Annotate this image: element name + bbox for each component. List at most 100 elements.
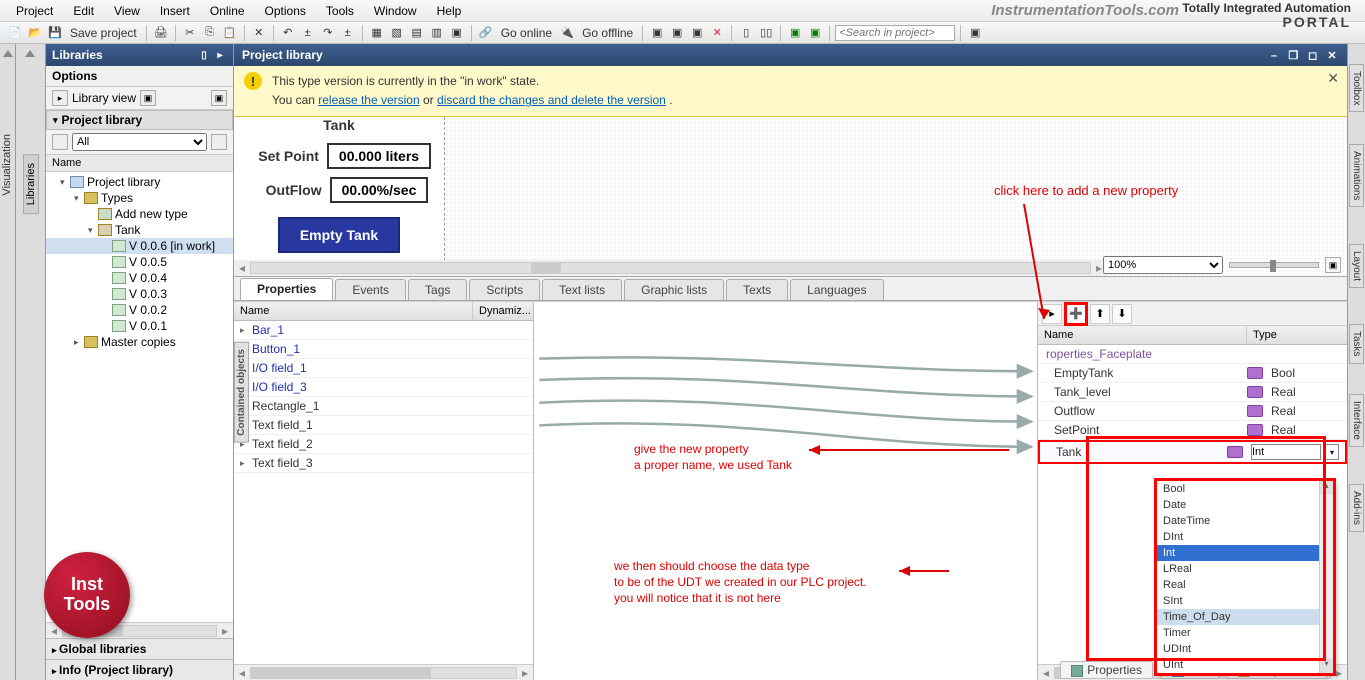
global-libraries-header[interactable]: Global libraries <box>46 638 233 659</box>
tab-texts[interactable]: Texts <box>726 279 788 300</box>
menu-help[interactable]: Help <box>427 2 472 20</box>
open-project-icon[interactable]: 📂 <box>26 24 44 42</box>
panel-btn-1[interactable]: ▯ <box>197 48 211 62</box>
tree-types[interactable]: ▾Types <box>46 190 233 206</box>
tb-icon-5[interactable]: ▣ <box>448 24 466 42</box>
window-close-icon[interactable]: ✕ <box>1325 49 1339 62</box>
tab-text-lists[interactable]: Text lists <box>542 279 622 300</box>
tree-project-library[interactable]: ▾Project library <box>46 174 233 190</box>
col-name[interactable]: Name <box>234 302 473 320</box>
window-min-icon[interactable]: – <box>1267 50 1281 62</box>
type-select-field[interactable] <box>1251 444 1321 460</box>
empty-tank-button[interactable]: Empty Tank <box>278 217 400 253</box>
tb-icon-9[interactable]: ✕ <box>708 24 726 42</box>
scroll-left-icon[interactable]: ◂ <box>234 666 250 680</box>
type-option[interactable]: SInt <box>1157 593 1333 609</box>
if-btn-1[interactable]: ▸ <box>1042 304 1062 324</box>
canvas-grid[interactable] <box>444 117 1347 276</box>
type-option[interactable]: Real <box>1157 577 1333 593</box>
interface-root[interactable]: roperties_Faceplate <box>1038 345 1347 364</box>
undo-icon[interactable]: ↶ <box>279 24 297 42</box>
filter-icon-1[interactable] <box>52 134 68 150</box>
tab-properties[interactable]: Properties <box>240 278 333 300</box>
vtab-libraries[interactable]: Libraries <box>23 154 39 214</box>
tree-version-3[interactable]: V 0.0.3 <box>46 286 233 302</box>
paste-icon[interactable]: 📋 <box>221 24 239 42</box>
save-project-label[interactable]: Save project <box>66 26 141 40</box>
tree-version-2[interactable]: V 0.0.4 <box>46 270 233 286</box>
go-online-icon[interactable]: 🔗 <box>477 24 495 42</box>
new-project-icon[interactable]: 📄 <box>6 24 24 42</box>
expand-icon[interactable] <box>25 50 35 57</box>
expand-icon[interactable] <box>3 50 13 57</box>
save-project-icon[interactable]: 💾 <box>46 24 64 42</box>
go-offline-icon[interactable]: 🔌 <box>558 24 576 42</box>
menu-online[interactable]: Online <box>200 2 255 20</box>
undo-dd-icon[interactable]: ± <box>299 24 317 42</box>
interface-row-tank[interactable]: Tank▾ <box>1038 440 1347 464</box>
menu-edit[interactable]: Edit <box>63 2 104 20</box>
tab-languages[interactable]: Languages <box>790 279 883 300</box>
menu-project[interactable]: Project <box>6 2 63 20</box>
type-dropdown-icon[interactable]: ▾ <box>1325 444 1339 460</box>
tree-add-new-type[interactable]: Add new type <box>46 206 233 222</box>
type-option[interactable]: UDInt <box>1157 641 1333 657</box>
outflow-value[interactable]: 00.00%/sec <box>330 177 429 203</box>
window-restore-icon[interactable]: ❐ <box>1286 49 1300 62</box>
tb-icon-11[interactable]: ▯▯ <box>757 24 775 42</box>
delete-icon[interactable]: ✕ <box>250 24 268 42</box>
type-option[interactable]: Timer <box>1157 625 1333 641</box>
col-if-type[interactable]: Type <box>1247 326 1347 344</box>
tb-icon-12[interactable]: ▣ <box>786 24 804 42</box>
tb-icon-8[interactable]: ▣ <box>688 24 706 42</box>
vtab-animations[interactable]: Animations <box>1349 144 1364 207</box>
tb-icon-13[interactable]: ▣ <box>806 24 824 42</box>
library-view-icon[interactable]: ▸ <box>52 90 68 106</box>
print-icon[interactable]: 🖨 <box>152 24 170 42</box>
type-option[interactable]: Date <box>1157 497 1333 513</box>
dropdown-scrollbar[interactable]: ▴ ▾ <box>1319 481 1333 673</box>
tab-graphic-lists[interactable]: Graphic lists <box>624 279 724 300</box>
vtab-visualization[interactable]: Visualization <box>1 134 13 196</box>
vtab-layout[interactable]: Layout <box>1349 244 1364 288</box>
tree-tank[interactable]: ▾Tank <box>46 222 233 238</box>
window-max-icon[interactable]: ◻ <box>1306 49 1320 62</box>
vtab-tasks[interactable]: Tasks <box>1349 324 1364 364</box>
zoom-select[interactable]: 100% <box>1103 256 1223 274</box>
zoom-slider[interactable] <box>1229 262 1319 268</box>
copy-icon[interactable]: ⎘ <box>201 24 219 42</box>
tb-icon-14[interactable]: ▣ <box>966 24 984 42</box>
hscroll-thumb[interactable] <box>531 263 561 273</box>
panel-btn-2[interactable]: ▸ <box>213 48 227 62</box>
menu-window[interactable]: Window <box>364 2 427 20</box>
vtab-toolbox[interactable]: Toolbox <box>1349 64 1364 112</box>
info-project-library-header[interactable]: Info (Project library) <box>46 659 233 680</box>
type-option[interactable]: UInt <box>1157 657 1333 673</box>
tree-version-4[interactable]: V 0.0.2 <box>46 302 233 318</box>
go-online-label[interactable]: Go online <box>497 26 556 40</box>
redo-dd-icon[interactable]: ± <box>339 24 357 42</box>
tab-scripts[interactable]: Scripts <box>469 279 540 300</box>
tree-version-0[interactable]: V 0.0.6 [in work] <box>46 238 233 254</box>
menu-tools[interactable]: Tools <box>316 2 364 20</box>
tb-icon-6[interactable]: ▣ <box>648 24 666 42</box>
release-version-link[interactable]: release the version <box>318 93 419 107</box>
scroll-left-icon[interactable]: ◂ <box>1038 666 1054 680</box>
type-dropdown[interactable]: Bool Date DateTime DInt Int LReal Real S… <box>1156 480 1334 674</box>
go-offline-label[interactable]: Go offline <box>578 26 637 40</box>
tree-version-5[interactable]: V 0.0.1 <box>46 318 233 334</box>
tree-version-1[interactable]: V 0.0.5 <box>46 254 233 270</box>
library-view-btn-3[interactable]: ▣ <box>211 90 227 106</box>
library-view-btn-2[interactable]: ▣ <box>140 90 156 106</box>
scroll-up-icon[interactable]: ▴ <box>1320 481 1333 495</box>
tb-icon-4[interactable]: ▥ <box>428 24 446 42</box>
if-btn-3[interactable]: ⬆ <box>1090 304 1110 324</box>
menu-view[interactable]: View <box>104 2 150 20</box>
contained-hscroll[interactable]: ◂ ▸ <box>234 664 533 680</box>
tb-icon-7[interactable]: ▣ <box>668 24 686 42</box>
scroll-right-icon[interactable]: ▸ <box>517 666 533 680</box>
if-btn-4[interactable]: ⬇ <box>1112 304 1132 324</box>
zoom-fit-icon[interactable]: ▣ <box>1325 257 1341 273</box>
faceplate-canvas[interactable]: Tank Set Point 00.000 liters OutFlow 00.… <box>234 117 444 276</box>
setpoint-value[interactable]: 00.000 liters <box>327 143 431 169</box>
